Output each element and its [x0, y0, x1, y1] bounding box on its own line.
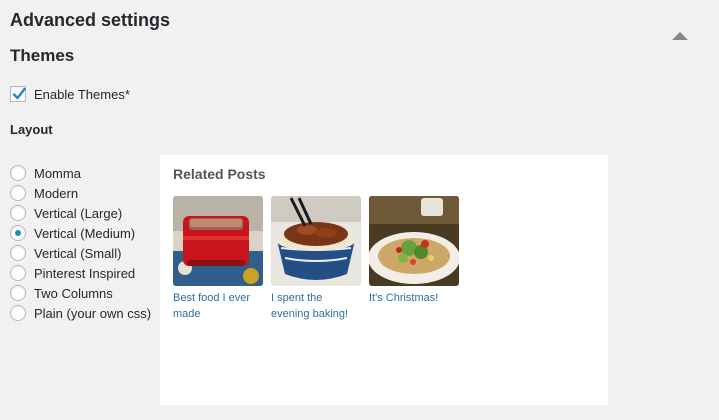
section-title: Advanced settings — [10, 10, 171, 30]
related-post-link[interactable]: It's Christmas! — [369, 290, 459, 306]
radio-button[interactable] — [10, 245, 26, 261]
layout-option-label: Vertical (Small) — [34, 245, 122, 261]
related-posts-preview: Related Posts Best food I ever made I sp… — [160, 155, 608, 405]
layout-option-vertical-large[interactable]: Vertical (Large) — [10, 203, 151, 223]
noodle-bowl-image[interactable] — [271, 196, 361, 286]
layout-option-label: Vertical (Medium) — [34, 225, 136, 241]
layout-option-plain[interactable]: Plain (your own css) — [10, 303, 151, 323]
related-post-card[interactable]: I spent the evening baking! — [271, 196, 361, 322]
layout-option-pinterest-inspired[interactable]: Pinterest Inspired — [10, 263, 151, 283]
layout-option-label: Two Columns — [34, 285, 113, 301]
layout-option-vertical-medium[interactable]: Vertical (Medium) — [10, 223, 151, 243]
radio-button[interactable] — [10, 265, 26, 281]
related-posts-list: Best food I ever made I spent the evenin… — [173, 196, 459, 322]
layout-option-label: Momma — [34, 165, 81, 181]
layout-option-momma[interactable]: Momma — [10, 163, 151, 183]
enable-themes-label: Enable Themes* — [34, 86, 130, 102]
enable-themes-option[interactable]: Enable Themes* — [10, 86, 130, 102]
related-post-link[interactable]: I spent the evening baking! — [271, 290, 361, 322]
layout-option-label: Vertical (Large) — [34, 205, 123, 221]
layout-radio-group: Momma Modern Vertical (Large) Vertical (… — [10, 163, 151, 323]
radio-button[interactable] — [10, 285, 26, 301]
salad-image[interactable] — [369, 196, 459, 286]
related-post-card[interactable]: Best food I ever made — [173, 196, 263, 322]
radio-button[interactable] — [10, 205, 26, 221]
related-post-card[interactable]: It's Christmas! — [369, 196, 459, 322]
layout-option-label: Plain (your own css) — [34, 305, 152, 321]
radio-button[interactable] — [10, 305, 26, 321]
layout-label: Layout — [10, 122, 53, 137]
layout-option-modern[interactable]: Modern — [10, 183, 151, 203]
related-post-link[interactable]: Best food I ever made — [173, 290, 263, 322]
layout-option-label: Pinterest Inspired — [34, 265, 136, 281]
radio-button[interactable] — [10, 185, 26, 201]
related-posts-title: Related Posts — [173, 166, 266, 182]
themes-heading: Themes — [10, 46, 75, 65]
enable-themes-checkbox[interactable] — [10, 86, 26, 102]
collapse-toggle-button[interactable] — [669, 30, 691, 44]
radio-button-selected[interactable] — [10, 225, 26, 241]
triangle-up-icon — [672, 32, 688, 40]
layout-option-two-columns[interactable]: Two Columns — [10, 283, 151, 303]
checkmark-icon — [12, 87, 26, 100]
layout-option-vertical-small[interactable]: Vertical (Small) — [10, 243, 151, 263]
meatloaf-image[interactable] — [173, 196, 263, 286]
layout-option-label: Modern — [34, 185, 79, 201]
radio-button[interactable] — [10, 165, 26, 181]
